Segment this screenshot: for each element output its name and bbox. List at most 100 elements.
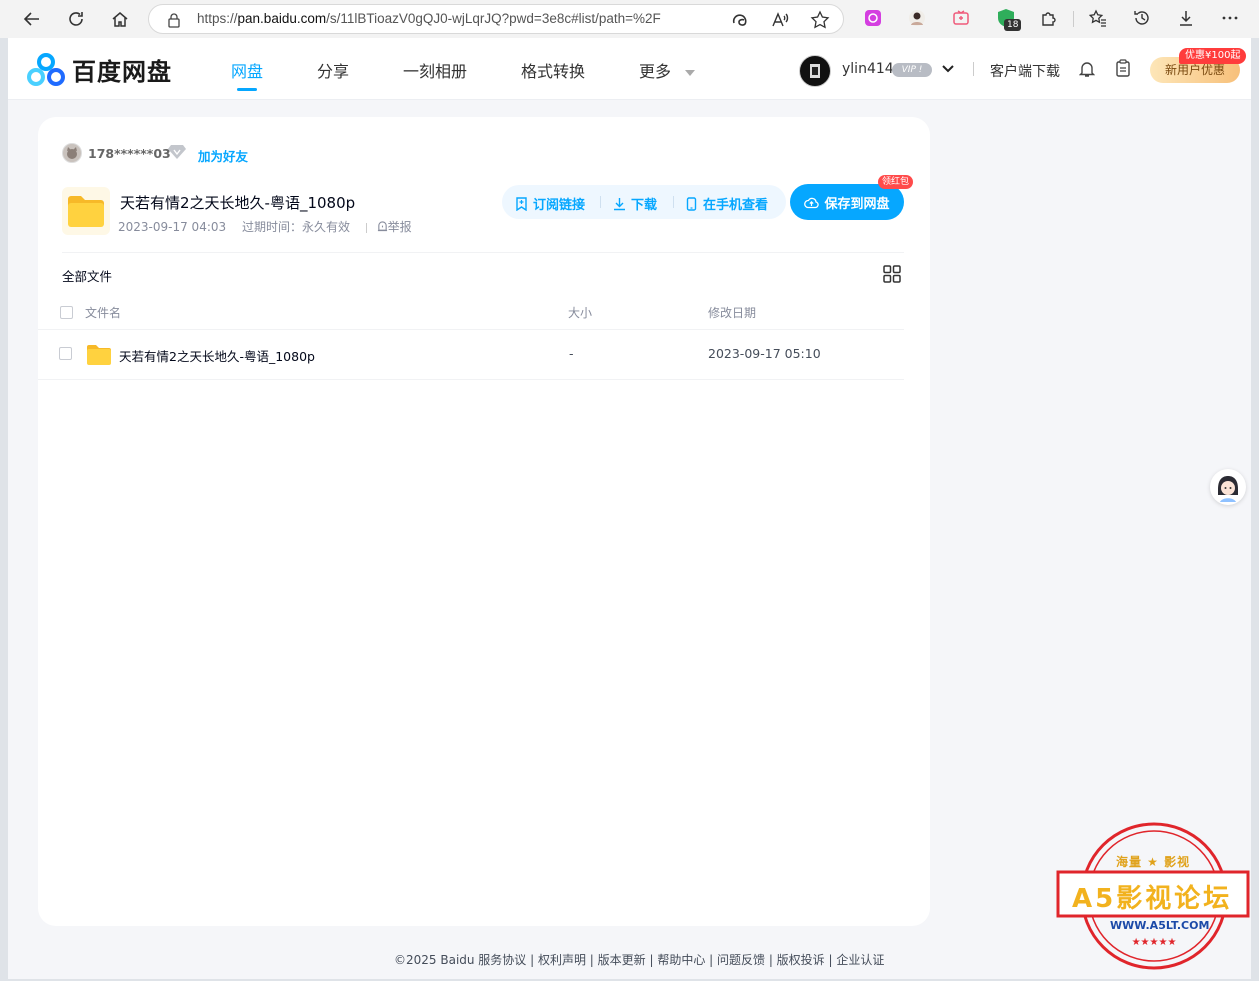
save-label: 保存到网盘: [824, 196, 890, 212]
redpack-badge[interactable]: 领红包: [878, 175, 914, 189]
extensions-puzzle-icon[interactable]: [1039, 8, 1059, 28]
topnav-separator: [973, 62, 974, 76]
download-arrow-icon: [614, 197, 625, 210]
download-button[interactable]: 下载: [613, 194, 657, 213]
assistant-avatar[interactable]: [1210, 469, 1246, 505]
diamond-level-icon: [167, 144, 187, 164]
nav-active-indicator: [237, 88, 257, 91]
subscribe-link-button[interactable]: 订阅链接: [515, 194, 585, 213]
view-on-phone-label: 在手机查看: [703, 198, 769, 213]
subscribe-label: 订阅链接: [533, 198, 586, 213]
baidu-netdisk-logo-icon: [27, 52, 65, 86]
share-created-time: 2023-09-17 04:03: [118, 220, 227, 234]
report-icon: [377, 221, 387, 232]
user-avatar[interactable]: [799, 55, 831, 87]
footer-links[interactable]: ©2025 Baidu 服务协议 | 权利声明 | 版本更新 | 帮助中心 | …: [394, 951, 884, 968]
nav-item-album[interactable]: 一刻相册: [403, 58, 467, 82]
nav-item-more-label: 更多: [639, 62, 672, 81]
folder-icon: [87, 345, 111, 365]
folder-icon: [68, 196, 104, 227]
history-icon[interactable]: [1132, 8, 1152, 28]
toolbar-separator: [1073, 11, 1074, 27]
share-expire: 过期时间：永久有效: [242, 220, 350, 234]
file-name[interactable]: 天若有情2之天长地久-粤语_1080p: [119, 346, 315, 365]
column-size[interactable]: 大小: [568, 304, 592, 321]
more-menu-icon[interactable]: [1220, 8, 1240, 28]
address-bar[interactable]: https://pan.baidu.com/s/11lBTioazV0gQJ0-…: [148, 4, 844, 34]
download-icon[interactable]: [1176, 8, 1196, 28]
expire-label: 过期时间：: [241, 220, 302, 234]
extension-tv-icon[interactable]: [951, 8, 971, 28]
share-folder-thumbnail: [62, 187, 110, 235]
sharer-avatar[interactable]: [62, 143, 82, 163]
profile-avatar-icon[interactable]: [907, 8, 927, 28]
watermark-top-text: 海量 ★ 影视: [1116, 855, 1191, 869]
caret-down-icon: [685, 69, 696, 76]
extension-shield-icon[interactable]: 18: [996, 8, 1022, 31]
table-row[interactable]: 天若有情2之天长地久-粤语_1080p - 2023-09-17 05:10: [38, 330, 904, 380]
nav-item-netdisk[interactable]: 网盘: [231, 58, 263, 82]
extension-badge: 18: [1004, 19, 1022, 31]
share-card: 178******03 加为好友 天若有情2之天长地久-粤语_1080p 202…: [38, 117, 930, 926]
logo[interactable]: 百度网盘: [26, 52, 172, 87]
favorites-icon[interactable]: [1088, 8, 1108, 28]
action-separator: [600, 196, 601, 208]
vip-badge[interactable]: VIP !: [892, 63, 932, 77]
client-download-link[interactable]: 客户端下载: [990, 61, 1060, 81]
logo-text: 百度网盘: [72, 58, 172, 86]
column-modified[interactable]: 修改日期: [708, 304, 756, 321]
edge-shopping-icon[interactable]: [731, 11, 749, 33]
extension-purple-icon[interactable]: [863, 8, 883, 28]
browser-toolbar: https://pan.baidu.com/s/11lBTioazV0gQJ0-…: [0, 0, 1259, 38]
file-modified: 2023-09-17 05:10: [708, 346, 821, 361]
username[interactable]: ylin414: [842, 61, 894, 77]
file-table-header: 文件名 大小 修改日期: [38, 300, 904, 330]
nav-item-share[interactable]: 分享: [317, 58, 349, 82]
read-aloud-icon[interactable]: [771, 11, 789, 33]
cat-avatar-icon: [67, 147, 77, 159]
watermark-main-text: A5影视论坛: [1072, 884, 1233, 914]
back-icon[interactable]: [17, 4, 47, 34]
card-divider: [62, 252, 904, 253]
expire-value: 永久有效: [301, 220, 350, 234]
watermark-url-text: WWW.A5LT.COM: [1110, 919, 1210, 932]
promo-badge: 优惠¥100起: [1179, 48, 1247, 64]
file-size: -: [569, 346, 574, 361]
share-action-bar: 订阅链接 下载 在手机查看: [502, 185, 786, 219]
svg-text:★★★★★: ★★★★★: [1132, 937, 1177, 948]
top-navigation: 百度网盘 网盘 分享 一刻相册 格式转换 更多 ylin414 VIP ! 客户…: [8, 38, 1251, 100]
chevron-down-icon[interactable]: [941, 61, 955, 80]
home-icon[interactable]: [105, 4, 135, 34]
sharer-name: 178******03: [88, 146, 171, 161]
clipboard-icon[interactable]: [1115, 59, 1131, 81]
view-on-phone-button[interactable]: 在手机查看: [686, 194, 768, 213]
add-friend-link[interactable]: 加为好友: [198, 146, 248, 165]
share-title: 天若有情2之天长地久-粤语_1080p: [120, 194, 356, 212]
save-to-netdisk-button[interactable]: 保存到网盘: [790, 184, 904, 220]
action-separator: [673, 196, 674, 208]
bell-icon[interactable]: [1078, 60, 1096, 82]
avatar-image-icon: [810, 64, 820, 78]
bookmark-icon: [516, 196, 527, 211]
share-meta: 2023-09-17 04:03 过期时间：永久有效 举报: [118, 218, 412, 235]
url-text: https://pan.baidu.com/s/11lBTioazV0gQJ0-…: [197, 11, 661, 26]
select-all-checkbox[interactable]: [60, 306, 73, 319]
lock-icon[interactable]: [167, 12, 181, 32]
report-label: 举报: [387, 220, 412, 234]
breadcrumb[interactable]: 全部文件: [62, 266, 112, 285]
assistant-girl-icon: [1211, 470, 1245, 504]
download-label: 下载: [631, 198, 658, 213]
cloud-upload-icon: [804, 197, 820, 208]
grid-view-icon[interactable]: [883, 265, 901, 287]
favorite-star-icon[interactable]: [810, 10, 830, 34]
nav-item-more[interactable]: 更多: [639, 58, 696, 82]
row-checkbox[interactable]: [59, 347, 72, 360]
nav-item-format-convert[interactable]: 格式转换: [521, 58, 585, 82]
phone-icon: [686, 196, 697, 211]
report-link[interactable]: 举报: [373, 220, 412, 234]
column-name[interactable]: 文件名: [85, 304, 121, 321]
a5-watermark-stamp: ★★★★★ 海量 ★ 影视 A5影视论坛 WWW.A5LT.COM: [1056, 820, 1250, 974]
promo-label: 新用户优惠: [1164, 63, 1225, 77]
meta-separator: [365, 222, 367, 233]
refresh-icon[interactable]: [61, 4, 91, 34]
